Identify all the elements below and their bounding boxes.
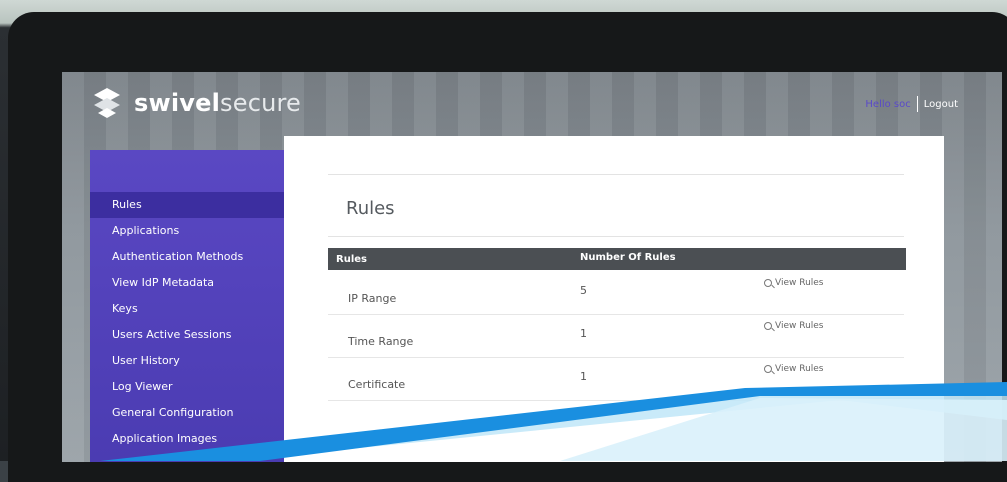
brand-name: swivelsecure [134, 89, 302, 117]
sidebar-item-user-history[interactable]: User History [90, 348, 284, 374]
sidebar-menu: Rules Applications Authentication Method… [90, 192, 296, 452]
sidebar: Rules Applications Authentication Method… [90, 150, 296, 462]
rule-count: 1 [580, 327, 587, 340]
sidebar-item-log-viewer[interactable]: Log Viewer [90, 374, 284, 400]
rule-name: Time Range [348, 335, 414, 348]
view-rules-label: View Rules [775, 364, 824, 374]
rule-count: 5 [580, 284, 587, 297]
sidebar-item-applications[interactable]: Applications [90, 218, 284, 244]
rule-name: Certificate [348, 378, 406, 391]
divider [328, 236, 904, 237]
rule-name: IP Range [348, 292, 397, 305]
table-row: Time Range 1 View Rules [328, 315, 904, 358]
search-icon [764, 278, 772, 287]
greeting-link[interactable]: Hello soc [865, 99, 910, 110]
view-rules-label: View Rules [775, 278, 824, 288]
nav-divider [916, 96, 918, 112]
sidebar-item-rules[interactable]: Rules [90, 192, 296, 218]
divider [328, 174, 904, 175]
view-rules-link[interactable]: View Rules [764, 364, 824, 374]
logout-link[interactable]: Logout [924, 99, 958, 110]
search-icon [764, 321, 772, 330]
user-nav: Hello soc Logout [865, 96, 958, 112]
sidebar-item-users-active-sessions[interactable]: Users Active Sessions [90, 322, 284, 348]
view-rules-link[interactable]: View Rules [764, 321, 824, 331]
swivel-logo-icon [94, 88, 120, 118]
sidebar-item-general-configuration[interactable]: General Configuration [90, 400, 284, 426]
app-window: swivelsecure Hello soc Logout Rules Appl… [62, 72, 1002, 462]
search-icon [764, 364, 772, 373]
brand-logo[interactable]: swivelsecure [90, 86, 301, 120]
main-panel: Rules Rules Number Of Rules IP Range 5 V… [284, 136, 944, 462]
column-header-rules: Rules [336, 254, 367, 265]
rule-count: 1 [580, 370, 587, 383]
table-header: Rules Number Of Rules [328, 248, 906, 270]
view-rules-label: View Rules [775, 321, 824, 331]
sidebar-item-keys[interactable]: Keys [90, 296, 284, 322]
table-row: Certificate 1 View Rules [328, 358, 904, 401]
table-row: IP Range 5 View Rules [328, 272, 904, 315]
sidebar-item-view-idp-metadata[interactable]: View IdP Metadata [90, 270, 284, 296]
view-rules-link[interactable]: View Rules [764, 278, 824, 288]
column-header-number-of-rules: Number Of Rules [580, 252, 676, 263]
page-title: Rules [346, 198, 395, 219]
sidebar-item-authentication-methods[interactable]: Authentication Methods [90, 244, 284, 270]
sidebar-item-application-images[interactable]: Application Images [90, 426, 284, 452]
